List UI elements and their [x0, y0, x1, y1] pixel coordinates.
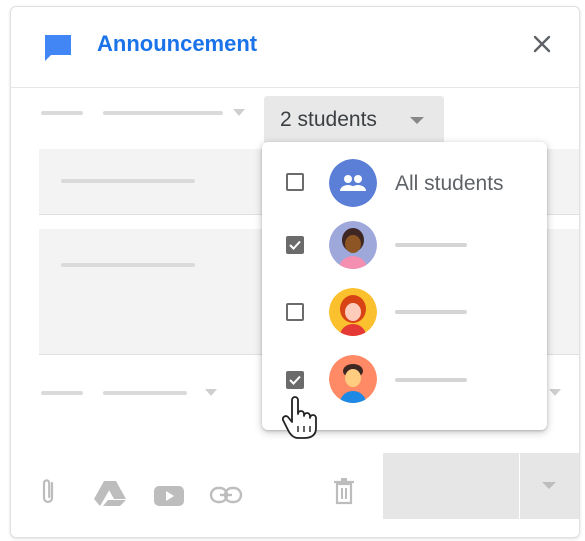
students-dropdown: All students — [262, 142, 547, 430]
post-options-button[interactable] — [520, 453, 579, 519]
close-button[interactable] — [527, 29, 557, 59]
dialog-title: Announcement — [97, 31, 258, 56]
chevron-down-icon[interactable] — [233, 109, 245, 116]
student-avatar-3 — [329, 355, 377, 403]
checkmark-icon — [289, 240, 301, 250]
trash-icon[interactable] — [333, 477, 355, 505]
link-icon[interactable] — [209, 485, 243, 505]
placeholder-line — [61, 179, 195, 183]
checkbox-student-checked[interactable] — [286, 236, 304, 254]
checkbox-all-students[interactable] — [286, 173, 304, 191]
student-avatar-1 — [329, 221, 377, 269]
post-button[interactable] — [383, 453, 519, 519]
checkmark-icon — [289, 375, 301, 385]
placeholder-line — [61, 263, 195, 267]
drive-icon[interactable] — [93, 479, 127, 507]
placeholder-line — [41, 111, 83, 115]
hand-cursor-icon — [281, 396, 317, 439]
students-selector-label: 2 students — [280, 108, 377, 131]
student-avatar-2 — [329, 288, 377, 336]
dropdown-item-student[interactable] — [262, 214, 547, 276]
placeholder-line — [103, 111, 223, 115]
chevron-down-icon — [542, 482, 556, 489]
dialog-header: Announcement — [11, 7, 579, 88]
placeholder-line — [41, 391, 83, 395]
close-icon — [533, 35, 551, 53]
all-students-label: All students — [395, 172, 504, 195]
students-selector-button[interactable]: 2 students — [264, 96, 444, 144]
student-name-placeholder — [395, 378, 467, 382]
placeholder-line — [103, 391, 187, 395]
chevron-down-icon — [410, 117, 424, 124]
checkbox-student-checked[interactable] — [286, 371, 304, 389]
chevron-down-icon[interactable] — [205, 389, 217, 396]
student-name-placeholder — [395, 243, 467, 247]
chevron-down-icon[interactable] — [549, 389, 561, 396]
student-name-placeholder — [395, 310, 467, 314]
dropdown-item-student[interactable] — [262, 282, 547, 344]
announcement-icon — [45, 35, 71, 61]
attach-icon[interactable] — [39, 477, 59, 507]
checkbox-student[interactable] — [286, 303, 304, 321]
group-icon — [329, 159, 377, 207]
youtube-icon[interactable] — [153, 485, 185, 507]
dropdown-item-all-students[interactable]: All students — [262, 152, 547, 214]
